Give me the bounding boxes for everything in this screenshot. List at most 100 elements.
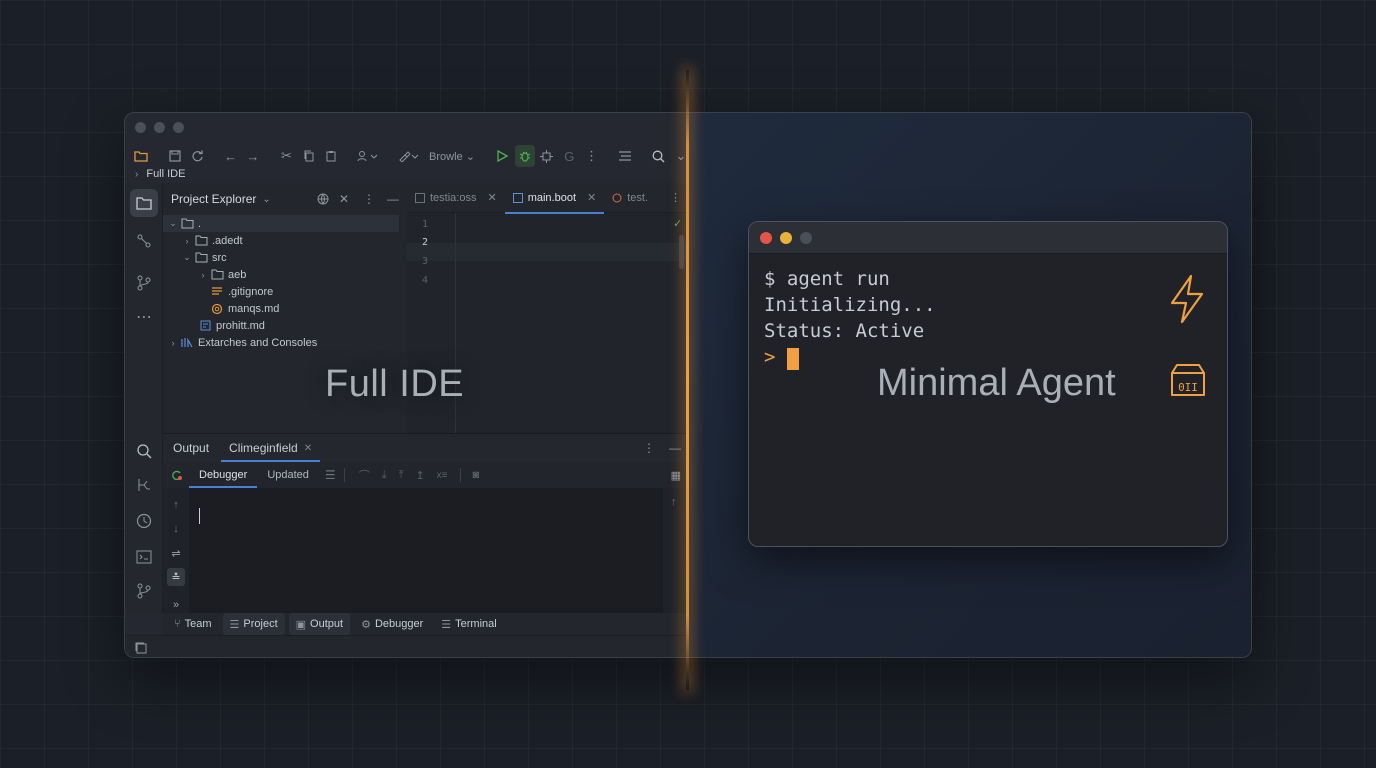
layout-icon[interactable] xyxy=(615,145,635,167)
tab-main-boot[interactable]: main.boot ✕ xyxy=(504,183,605,214)
close-tab-icon[interactable]: ✕ xyxy=(487,191,496,204)
profile-icon[interactable] xyxy=(537,145,557,167)
close-tab-icon[interactable]: ✕ xyxy=(304,443,312,454)
align-icon[interactable]: ≛ xyxy=(167,568,185,586)
search-icon[interactable] xyxy=(649,145,669,167)
text-file-icon xyxy=(209,286,225,297)
close-dot[interactable] xyxy=(760,232,772,244)
activity-source-control[interactable] xyxy=(125,265,163,301)
activity-terminal[interactable] xyxy=(125,539,163,575)
more-vertical-icon[interactable]: ⋮ xyxy=(363,192,375,206)
run-config-dropdown[interactable]: Browle ⌄ xyxy=(425,150,479,163)
globe-icon[interactable] xyxy=(317,193,329,205)
tree-item-libraries[interactable]: › Extarches and Consoles xyxy=(163,334,407,351)
line-number: 2 xyxy=(421,237,429,248)
layout-grid-icon[interactable]: ▦ xyxy=(671,469,681,482)
soft-wrap-icon[interactable]: ⇌ xyxy=(167,544,185,562)
close-tab-icon[interactable]: ✕ xyxy=(587,191,596,204)
panel-tabs: Output Climeginfield ✕ ⋮ — xyxy=(163,434,689,462)
close-icon[interactable]: ✕ xyxy=(339,192,349,206)
tab-test[interactable]: test. xyxy=(604,183,656,213)
subtab-debugger[interactable]: Debugger xyxy=(189,462,258,488)
forward-arrow-icon[interactable]: → xyxy=(243,145,263,167)
camera-icon[interactable]: ◙ xyxy=(473,469,480,481)
minimize-dot[interactable] xyxy=(780,232,792,244)
activity-explorer[interactable] xyxy=(125,185,163,221)
step-up-icon[interactable]: ↥ xyxy=(415,469,424,482)
scroll-top-icon[interactable]: ↑ xyxy=(671,496,677,508)
activity-bar: ⋯ xyxy=(125,183,163,613)
activity-graph[interactable] xyxy=(125,223,163,259)
paste-icon[interactable] xyxy=(321,145,341,167)
save-icon[interactable] xyxy=(165,145,185,167)
coverage-icon[interactable]: G xyxy=(559,145,579,167)
maximize-dot[interactable] xyxy=(173,122,184,133)
tree-item-root[interactable]: ⌄ . xyxy=(163,215,399,232)
folder-icon xyxy=(193,235,209,246)
more-vertical-icon[interactable]: ⋮ xyxy=(581,145,601,167)
user-dropdown-icon[interactable] xyxy=(354,145,382,167)
step-over-icon[interactable]: ⌒ xyxy=(359,467,370,483)
tree-item-gitignore[interactable]: .gitignore xyxy=(163,283,407,300)
tree-item-adedt[interactable]: › .adedt xyxy=(163,232,407,249)
more-vertical-icon[interactable]: ⋮ xyxy=(643,441,655,455)
breadcrumb-label[interactable]: Full IDE xyxy=(146,168,185,180)
tab-testia[interactable]: testia:oss ✕ xyxy=(407,183,505,213)
back-arrow-icon[interactable]: ← xyxy=(220,145,240,167)
activity-history[interactable] xyxy=(125,503,163,539)
scroll-down-icon[interactable]: ↓ xyxy=(167,520,185,538)
run-icon[interactable] xyxy=(492,145,512,167)
list-icon[interactable]: ☰ xyxy=(325,468,336,482)
folder-icon xyxy=(209,269,225,280)
debug-console[interactable] xyxy=(189,488,663,614)
nodes-icon xyxy=(130,227,158,255)
main-toolbar: ← → ✂ Browle ⌄ G ⋮ ⌄ xyxy=(131,143,691,169)
refresh-icon[interactable] xyxy=(187,145,207,167)
step-into-icon[interactable]: ⤓ xyxy=(382,469,387,482)
tool-tab-debugger[interactable]: ⚙ Debugger xyxy=(354,613,430,635)
folder-icon xyxy=(179,218,195,229)
layout-toggle-icon[interactable] xyxy=(135,642,147,654)
minimize-dot[interactable] xyxy=(154,122,165,133)
tool-tab-project[interactable]: ☰ Project xyxy=(222,613,285,635)
activity-search[interactable] xyxy=(125,433,163,469)
tree-item-prohitt[interactable]: prohitt.md xyxy=(163,317,407,334)
tree-item-aeb[interactable]: › aeb xyxy=(163,266,407,283)
vertical-scrollbar[interactable] xyxy=(679,235,684,269)
activity-more[interactable]: ⋯ xyxy=(125,299,163,335)
activity-source-control-2[interactable] xyxy=(125,573,163,609)
tree-item-src[interactable]: ⌄ src xyxy=(163,249,407,266)
debug-icon[interactable] xyxy=(514,145,535,167)
copy-icon[interactable] xyxy=(299,145,319,167)
tool-tab-terminal[interactable]: ☰ Terminal xyxy=(434,613,503,635)
folder-icon xyxy=(193,252,209,263)
minimize-panel-icon[interactable]: — xyxy=(387,192,399,206)
close-dot[interactable] xyxy=(135,122,146,133)
rerun-icon[interactable] xyxy=(163,469,189,482)
subtab-updated[interactable]: Updated xyxy=(257,462,319,488)
scroll-up-icon[interactable]: ↑ xyxy=(167,496,185,514)
expand-more-icon[interactable]: » xyxy=(167,596,185,614)
open-folder-icon[interactable] xyxy=(131,145,151,167)
terminal-titlebar xyxy=(749,222,1227,254)
evaluate-icon[interactable]: x≡ xyxy=(437,470,448,481)
tool-tab-team[interactable]: ⑂ Team xyxy=(167,613,219,635)
explorer-title-chevron-icon[interactable]: ⌄ xyxy=(262,194,270,205)
step-out-icon[interactable]: ⤒ xyxy=(399,469,404,482)
split-divider xyxy=(686,70,689,690)
maximize-dot[interactable] xyxy=(800,232,812,244)
tab-output[interactable]: Output xyxy=(163,434,219,462)
tree-item-manqs[interactable]: manqs.md xyxy=(163,300,407,317)
more-vertical-icon[interactable]: ⋮ xyxy=(670,191,681,204)
activity-debug[interactable] xyxy=(125,467,163,503)
build-tool-icon[interactable] xyxy=(395,145,423,167)
cut-icon[interactable]: ✂ xyxy=(276,145,296,167)
chevron-right-icon: › xyxy=(201,269,205,280)
terminal-prompt[interactable]: > xyxy=(764,346,775,368)
list-icon: ☰ xyxy=(229,618,240,631)
tab-climeginfield[interactable]: Climeginfield ✕ xyxy=(219,434,322,462)
minimize-panel-icon[interactable]: — xyxy=(669,441,681,455)
toolbar-separator xyxy=(343,468,345,482)
terminal-cursor xyxy=(787,348,799,370)
tool-tab-output[interactable]: ▣ Output xyxy=(288,613,351,635)
